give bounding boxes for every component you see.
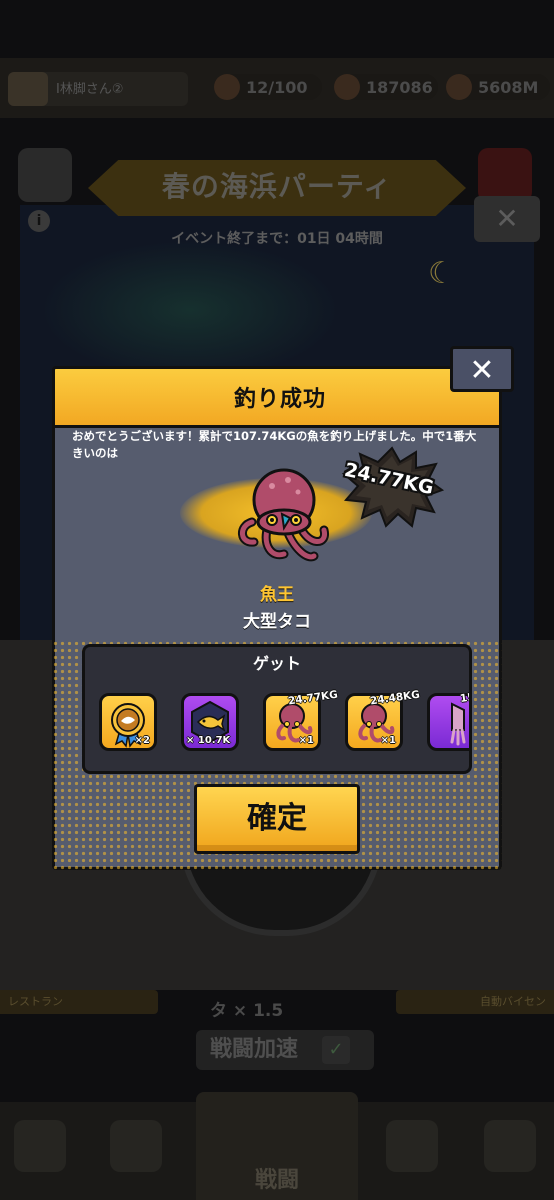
close-button[interactable]: ✕ [450, 346, 514, 392]
info-icon[interactable]: i [28, 210, 50, 232]
fish-coin-counter: 187086 [334, 74, 438, 100]
energy-counter: 12/100 [214, 74, 322, 100]
shield-button[interactable] [478, 148, 532, 202]
fish-name: 大型タコ [243, 612, 311, 632]
gem-counter: 5608M [446, 74, 550, 100]
octopus-item-1[interactable]: 24.77KG ×1 [263, 689, 339, 751]
confirm-button[interactable]: 確定 [194, 784, 360, 854]
nav-map-icon[interactable] [484, 1120, 536, 1172]
item-count: ×2 [134, 735, 150, 746]
fish-rank: 魚王 [260, 585, 294, 605]
avatar[interactable] [8, 72, 48, 106]
fish-coin-item[interactable]: × 10.7K [181, 693, 239, 751]
energy-icon [214, 74, 240, 100]
fish-coin-icon [334, 74, 360, 100]
nav-team-icon[interactable] [386, 1120, 438, 1172]
gem-icon [446, 74, 472, 100]
nav-equipment-icon[interactable] [110, 1120, 162, 1172]
squid-item[interactable]: 15 [427, 691, 472, 751]
item-weight-tag: 15 [459, 691, 472, 705]
octopus-icon [238, 468, 329, 562]
fish-coin-value: 187086 [366, 77, 433, 97]
item-count: × 10.7K [186, 735, 231, 746]
player-name: Ⅰ林脚さん② [56, 82, 124, 97]
moon-icon: ☾ [428, 256, 455, 291]
side-tab-left[interactable]: レストラン [0, 990, 158, 1014]
rewards-header: ゲット [252, 654, 301, 673]
rewards-panel: ゲット ×2 × 10.7K 24.77KG ×1 24.48KG ×1 15 [82, 644, 472, 774]
nav-battle-label: 戦闘 [254, 1168, 299, 1193]
event-title: 春の海浜パーティ [161, 170, 393, 203]
checkmark-icon[interactable]: ✓ [322, 1036, 350, 1064]
reward-medal-item[interactable]: ×2 [99, 693, 157, 751]
event-timer: イベント終了まで：01日 04時間 [171, 231, 383, 247]
gem-value: 5608M [478, 77, 539, 97]
side-tab-right[interactable]: 自動バイセン [396, 990, 554, 1014]
dialog-title: 釣り成功 [233, 387, 326, 412]
multiplier-label: タ × 1.5 [210, 1001, 284, 1021]
item-count: ×1 [380, 735, 396, 746]
item-count: ×1 [298, 735, 314, 746]
menu-button[interactable] [18, 148, 72, 202]
energy-value: 12/100 [246, 77, 308, 97]
aurora [40, 240, 340, 380]
nav-shop-icon[interactable] [14, 1120, 66, 1172]
background-close-button[interactable]: ✕ [474, 196, 540, 242]
octopus-item-2[interactable]: 24.48KG ×1 [345, 689, 421, 751]
